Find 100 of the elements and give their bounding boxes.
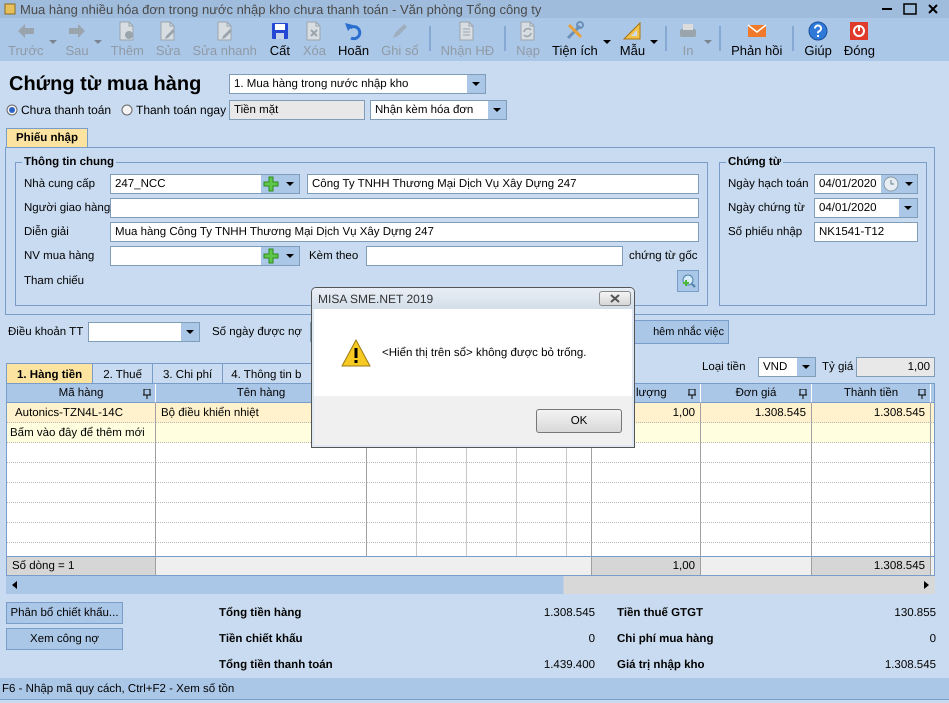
- field-label: Diễn giải: [24, 226, 70, 238]
- caret-icon: [493, 108, 501, 112]
- caret-icon: [904, 182, 913, 186]
- form-tab[interactable]: Phiếu nhập: [6, 128, 88, 147]
- toolbar-button[interactable]: Tiện ích: [546, 18, 614, 61]
- total-label: Chi phí mua hàng: [617, 633, 714, 645]
- toolbar-button[interactable]: Giúp: [798, 18, 838, 61]
- warning-icon: [341, 338, 371, 366]
- caret-icon: [94, 40, 102, 44]
- caret-icon: [650, 40, 658, 44]
- caret-icon: [286, 182, 294, 186]
- field-label: Số phiếu nhập: [728, 226, 804, 238]
- grid-tab[interactable]: 1. Hàng tiền: [6, 363, 94, 383]
- total-value: 1.308.545: [884, 659, 936, 671]
- invoice-option-dropdown[interactable]: Nhận kèm hóa đơn: [370, 100, 507, 120]
- radio-icon: [121, 104, 133, 116]
- close-icon[interactable]: [927, 3, 939, 15]
- plus-icon: [263, 176, 279, 192]
- voucher-number-field[interactable]: NK1541-T12: [814, 222, 918, 242]
- total-label: Tổng tiền thanh toán: [219, 659, 334, 671]
- new-row-prompt[interactable]: Bấm vào đây để thêm mới: [7, 423, 156, 443]
- toolbar-button[interactable]: Cất: [262, 18, 297, 61]
- action-button[interactable]: Xem công nợ: [6, 628, 123, 650]
- field-label: Loại tiền: [702, 361, 746, 373]
- field-label: Ngày chứng từ: [728, 202, 806, 214]
- field-suffix: chứng từ gốc: [629, 250, 698, 262]
- currency-dropdown[interactable]: VND: [758, 357, 816, 377]
- window-title: Mua hàng nhiều hóa đơn trong nước nhập kho chưa thanh toán - Văn phòng Tổng công ty: [20, 2, 542, 16]
- field-label: Ngày hạch toán: [728, 178, 810, 190]
- attached-field[interactable]: [366, 246, 623, 266]
- power-icon: [848, 20, 870, 42]
- empty-row[interactable]: [7, 463, 934, 483]
- field-label: Nhà cung cấp: [24, 178, 96, 190]
- amount-total: 1.308.545: [812, 557, 931, 575]
- radio-button[interactable]: Chưa thanh toán: [6, 103, 121, 117]
- maximize-icon[interactable]: [903, 3, 917, 15]
- action-button[interactable]: Phân bổ chiết khấu...: [6, 602, 123, 624]
- quantity-total: 1,00: [592, 557, 701, 575]
- app-icon: [4, 3, 16, 15]
- supplier-name-field[interactable]: Công Ty TNHH Thương Mại Dịch Vụ Xây Dựng 247: [307, 174, 699, 194]
- add-reference-button[interactable]: [677, 270, 699, 292]
- total-value: 0: [588, 633, 595, 645]
- help-icon: [807, 20, 830, 42]
- radio-button[interactable]: Thanh toán ngay: [121, 103, 229, 117]
- grid-tab[interactable]: 3. Chi phí: [152, 363, 224, 383]
- caret-icon: [904, 206, 912, 210]
- status-text: F6 - Nhập mã quy cách, Ctrl+F2 - Xem số tồn: [2, 682, 234, 694]
- payment-terms-dropdown[interactable]: [88, 322, 200, 342]
- horizontal-scrollbar[interactable]: [6, 576, 935, 594]
- total-label: Tiền thuế GTGT: [617, 607, 704, 619]
- caret-icon: [286, 254, 294, 258]
- toolbar-button[interactable]: Phản hồi: [725, 18, 788, 61]
- close-icon: [609, 294, 621, 303]
- reminder-button[interactable]: hêm nhắc việc: [634, 320, 729, 344]
- field-label: Số ngày được nợ: [212, 326, 302, 338]
- voucher-type-dropdown[interactable]: 1. Mua hàng trong nước nhập kho: [229, 74, 486, 94]
- total-value: 0: [928, 633, 936, 645]
- plus-icon: [263, 248, 279, 264]
- posting-date-picker[interactable]: 04/01/2020: [814, 174, 918, 194]
- total-label: Tổng tiền hàng: [219, 607, 302, 619]
- row-count: Số dòng = 1: [7, 557, 156, 575]
- field-label: Điều khoản TT: [8, 326, 84, 338]
- close-button[interactable]: [599, 291, 631, 306]
- scroll-left-icon[interactable]: [12, 581, 17, 589]
- buyer-dropdown[interactable]: [110, 246, 300, 266]
- field-label: Kèm theo: [309, 250, 360, 262]
- caret-icon: [602, 40, 611, 44]
- scroll-right-icon[interactable]: [924, 581, 929, 589]
- empty-row[interactable]: [7, 483, 934, 503]
- total-value: 130.855: [893, 607, 936, 619]
- exchange-rate-field: 1,00: [856, 357, 935, 377]
- caret-icon: [48, 40, 57, 44]
- empty-row[interactable]: [7, 503, 934, 523]
- toolbar-button[interactable]: Hoãn: [332, 18, 376, 61]
- total-value: 1.308.545: [542, 607, 595, 619]
- total-label: Tiền chiết khấu: [219, 633, 304, 645]
- toolbar-button[interactable]: Mẫu: [614, 18, 662, 61]
- empty-row[interactable]: [7, 523, 934, 543]
- field-label: Tỷ giá: [821, 361, 854, 373]
- dialog-message: <Hiển thị trên sổ> không được bỏ trống.: [382, 346, 586, 358]
- caret-icon: [704, 40, 712, 44]
- total-label: Giá trị nhập kho: [617, 659, 706, 671]
- page-title: Chứng từ mua hàng: [9, 72, 202, 97]
- caret-icon: [802, 365, 810, 369]
- toolbar-button[interactable]: Đóng: [838, 18, 881, 61]
- field-label: NV mua hàng: [24, 250, 96, 262]
- voucher-date-picker[interactable]: 04/01/2020: [814, 198, 918, 218]
- deliverer-field[interactable]: [110, 198, 699, 218]
- magnifier-plus-icon: [680, 273, 696, 289]
- table-cell[interactable]: 1.308.545: [701, 403, 812, 423]
- description-field[interactable]: Mua hàng Công Ty TNHH Thương Mại Dịch Vụ Xây Dựng 247: [110, 222, 699, 242]
- caret-icon: [472, 82, 480, 86]
- ok-button[interactable]: OK: [536, 408, 622, 432]
- total-value: 1.439.400: [542, 659, 595, 671]
- caret-icon: [186, 330, 194, 334]
- clock-icon: [882, 176, 899, 192]
- supplier-code-dropdown[interactable]: 247_NCC: [110, 174, 300, 194]
- table-cell[interactable]: Autonics-TZN4L-14C: [7, 403, 156, 423]
- field-label: Tham chiếu: [24, 275, 86, 287]
- table-cell[interactable]: 1.308.545: [812, 403, 931, 423]
